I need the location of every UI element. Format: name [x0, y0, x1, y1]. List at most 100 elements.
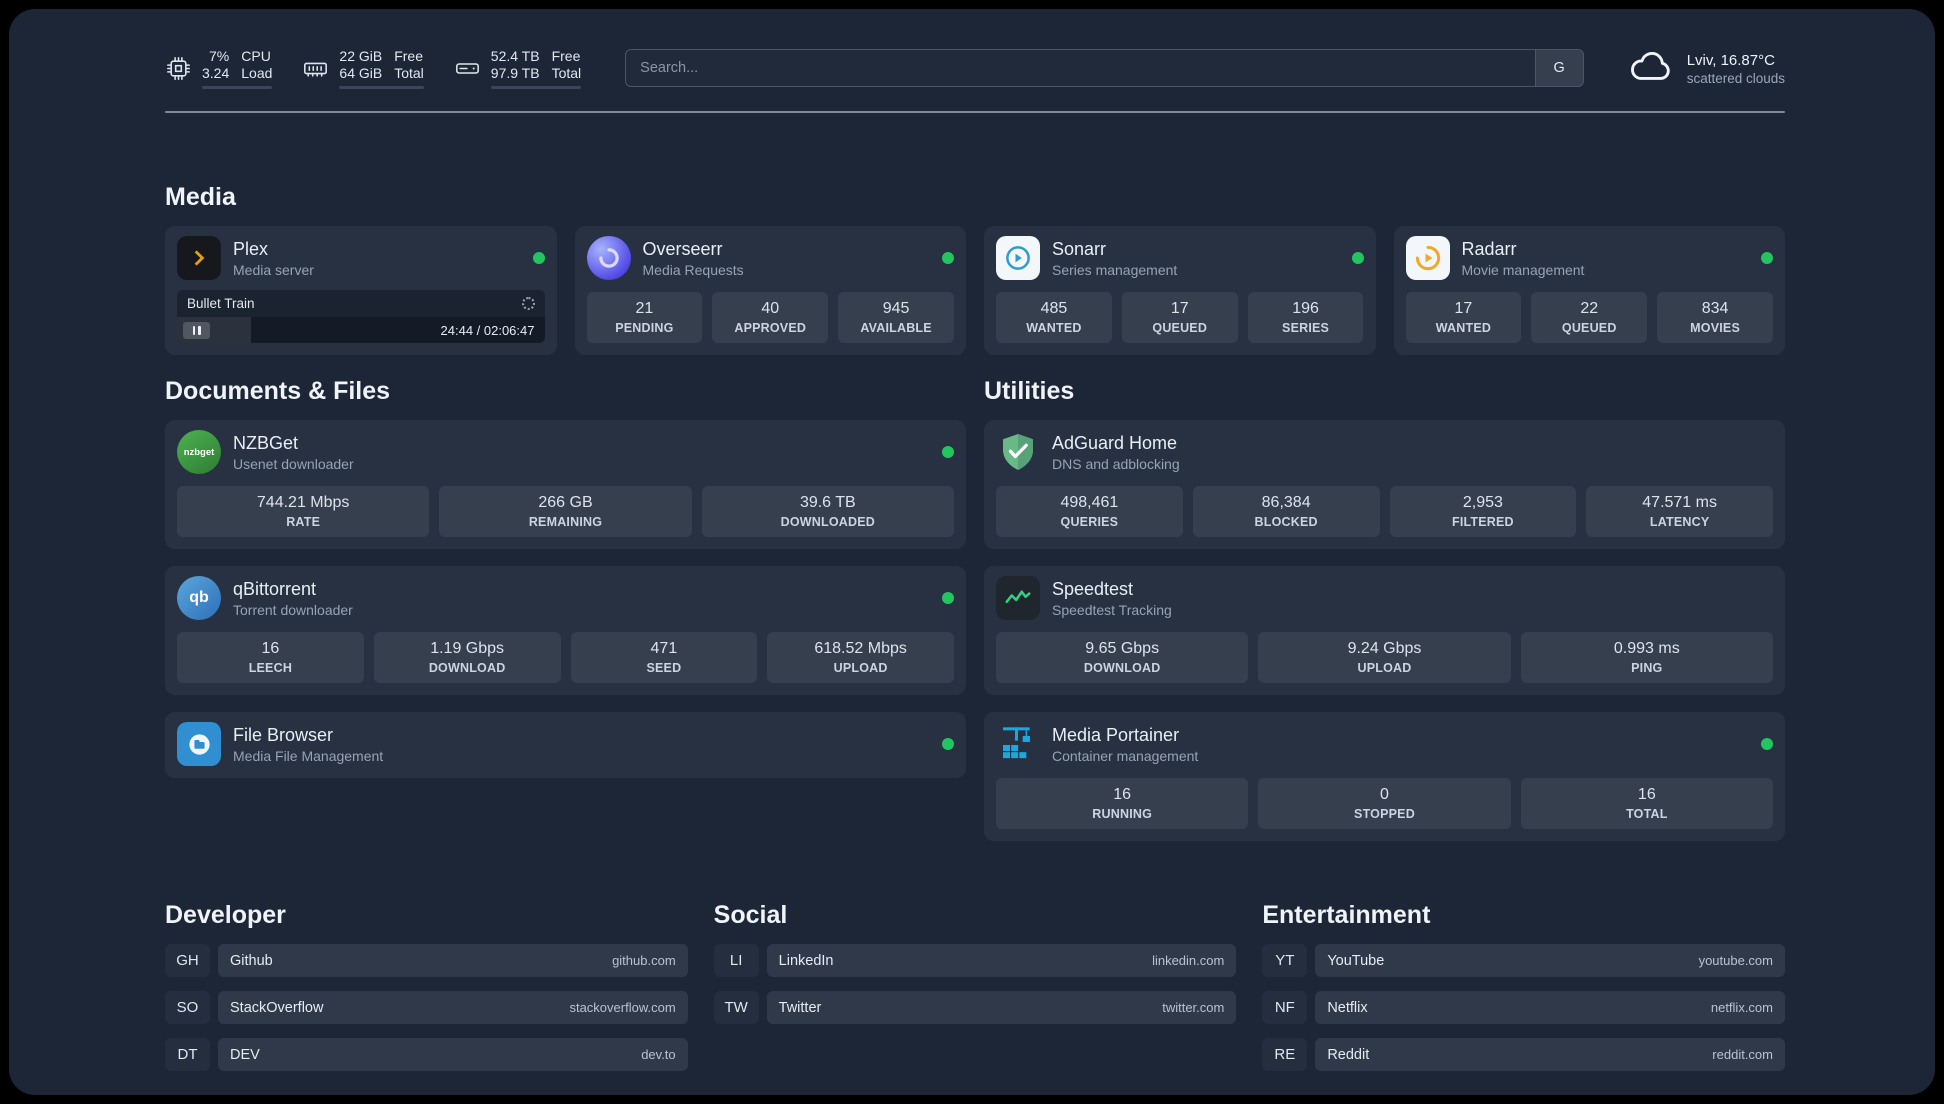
- stat-downloaded: 39.6 TB DOWNLOADED: [701, 486, 954, 537]
- stat-label: MOVIES: [1690, 321, 1740, 335]
- service-name: qBittorrent: [233, 578, 317, 599]
- service-card-nzbget[interactable]: nzbget NZBGet Usenet downloader 744.21 M…: [165, 420, 966, 549]
- disk-free-label: Free: [551, 47, 581, 64]
- bookmark-group-developer: Developer GH Github github.com SO StackO…: [165, 901, 688, 1085]
- gear-icon[interactable]: [521, 297, 535, 310]
- bookmark-abbr: RE: [1262, 1038, 1308, 1071]
- bookmark-name: StackOverflow: [230, 999, 324, 1016]
- stat-value: 21: [635, 300, 654, 317]
- stat-label: STOPPED: [1354, 807, 1415, 821]
- bookmark-domain: reddit.com: [1712, 1047, 1773, 1062]
- bookmark-github[interactable]: GH Github github.com: [165, 944, 688, 977]
- stat-pending: 21 PENDING: [586, 292, 703, 343]
- bookmark-name: Github: [230, 952, 273, 969]
- bookmark-domain: netflix.com: [1710, 1000, 1773, 1015]
- stat-label: BLOCKED: [1254, 515, 1318, 529]
- bookmark-netflix[interactable]: NF Netflix netflix.com: [1262, 991, 1785, 1024]
- stat-value: 618.52 Mbps: [814, 640, 907, 657]
- section-title-utilities: Utilities: [984, 377, 1075, 405]
- service-card-sonarr[interactable]: Sonarr Series management 485 WANTED 17 Q…: [984, 226, 1376, 355]
- service-subtitle: Usenet downloader: [233, 455, 354, 472]
- section-title-social: Social: [713, 901, 788, 929]
- stat-series: 196 SERIES: [1247, 292, 1364, 343]
- dashboard: 7% CPU 3.24 Load 22 GiB Free 64 GiB Tota…: [9, 9, 1935, 1095]
- section-title-entertainment: Entertainment: [1262, 901, 1431, 929]
- adguard-icon: [996, 430, 1040, 474]
- stat-label: DOWNLOAD: [428, 661, 506, 675]
- stat-label: UPLOAD: [1357, 661, 1412, 675]
- stat-label: FILTERED: [1451, 515, 1514, 529]
- bookmark-reddit[interactable]: RE Reddit reddit.com: [1262, 1038, 1785, 1071]
- service-card-radarr[interactable]: Radarr Movie management 17 WANTED 22 QUE…: [1393, 226, 1785, 355]
- search-provider-button[interactable]: G: [1534, 50, 1583, 86]
- service-card-overseerr[interactable]: Overseerr Media Requests 21 PENDING 40 A…: [574, 226, 966, 355]
- stat-latency: 47.571 ms LATENCY: [1586, 486, 1773, 537]
- memory-widget: 22 GiB Free 64 GiB Total: [302, 48, 424, 89]
- stat-value: 0.993 ms: [1613, 640, 1680, 657]
- bookmark-twitter[interactable]: TW Twitter twitter.com: [713, 991, 1237, 1024]
- stat-value: 498,461: [1060, 494, 1119, 511]
- bookmark-stackoverflow[interactable]: SO StackOverflow stackoverflow.com: [165, 991, 688, 1024]
- stat-value: 9.65 Gbps: [1085, 640, 1160, 657]
- bookmark-abbr: GH: [165, 944, 210, 977]
- status-dot: [1761, 738, 1773, 750]
- service-subtitle: Media Requests: [642, 261, 744, 278]
- service-subtitle: Movie management: [1461, 261, 1585, 278]
- bookmark-youtube[interactable]: YT YouTube youtube.com: [1262, 944, 1785, 977]
- stat-value: 266 GB: [538, 494, 593, 511]
- stat-value: 945: [882, 300, 910, 317]
- service-name: File Browser: [233, 724, 334, 745]
- service-name: Overseerr: [642, 238, 723, 259]
- portainer-icon: [996, 722, 1040, 766]
- bookmark-name: Twitter: [778, 999, 822, 1016]
- memory-total-label: Total: [394, 64, 424, 81]
- status-dot: [942, 592, 954, 604]
- cloud-icon: [1628, 48, 1674, 89]
- stat-remaining: 266 GB REMAINING: [439, 486, 692, 537]
- service-card-speedtest[interactable]: Speedtest Speedtest Tracking 9.65 Gbps D…: [984, 566, 1785, 695]
- memory-progress-bar: [339, 85, 424, 89]
- service-subtitle: Media File Management: [233, 747, 384, 764]
- stat-movies: 834 MOVIES: [1657, 292, 1773, 343]
- stat-seed: 471 SEED: [570, 632, 758, 683]
- stat-label: UPLOAD: [833, 661, 888, 675]
- stat-label: AVAILABLE: [860, 321, 932, 335]
- service-card-portainer[interactable]: Media Portainer Container management 16 …: [984, 712, 1785, 841]
- service-name: Sonarr: [1052, 238, 1107, 259]
- stat-rate: 744.21 Mbps RATE: [177, 486, 430, 537]
- stat-label: TOTAL: [1626, 807, 1668, 821]
- bookmark-abbr: NF: [1262, 991, 1308, 1024]
- bookmark-domain: youtube.com: [1698, 953, 1773, 968]
- pause-button[interactable]: [183, 321, 210, 339]
- top-bar: 7% CPU 3.24 Load 22 GiB Free 64 GiB Tota…: [165, 45, 1785, 91]
- service-card-filebrowser[interactable]: File Browser Media File Management: [165, 712, 966, 778]
- stat-value: 9.24 Gbps: [1347, 640, 1422, 657]
- service-card-qbittorrent[interactable]: qb qBittorrent Torrent downloader 16 LEE…: [165, 566, 966, 695]
- search-input[interactable]: [626, 50, 1535, 86]
- disk-progress-bar: [490, 85, 582, 89]
- section-title-developer: Developer: [165, 901, 286, 929]
- stat-upload: 9.24 Gbps UPLOAD: [1258, 632, 1511, 683]
- stat-filtered: 2,953 FILTERED: [1389, 486, 1577, 537]
- memory-total-value: 64 GiB: [339, 64, 383, 81]
- bookmark-domain: github.com: [612, 953, 676, 968]
- stat-value: 485: [1040, 300, 1068, 317]
- plex-now-playing: Bullet Train 24:44 / 02:06:47: [177, 290, 545, 343]
- stat-upload: 618.52 Mbps UPLOAD: [767, 632, 954, 683]
- bookmark-domain: dev.to: [641, 1047, 676, 1062]
- stat-available: 945 AVAILABLE: [838, 292, 954, 343]
- disk-free-value: 52.4 TB: [490, 47, 540, 64]
- bookmark-dev[interactable]: DT DEV dev.to: [165, 1038, 688, 1071]
- stat-label: SEED: [646, 661, 682, 675]
- stat-value: 17: [1170, 300, 1189, 317]
- bookmark-name: LinkedIn: [778, 952, 834, 969]
- bookmark-name: YouTube: [1327, 952, 1385, 969]
- disk-icon: [454, 55, 481, 82]
- stat-value: 1.19 Gbps: [430, 640, 505, 657]
- service-card-adguard[interactable]: AdGuard Home DNS and adblocking 498,461 …: [984, 420, 1785, 549]
- overseerr-icon: [586, 236, 631, 280]
- bookmark-name: Netflix: [1327, 999, 1368, 1016]
- service-card-plex[interactable]: Plex Media server Bullet Train 24:44 / 0…: [165, 226, 557, 355]
- bookmark-linkedin[interactable]: LI LinkedIn linkedin.com: [713, 944, 1237, 977]
- stat-download: 1.19 Gbps DOWNLOAD: [373, 632, 561, 683]
